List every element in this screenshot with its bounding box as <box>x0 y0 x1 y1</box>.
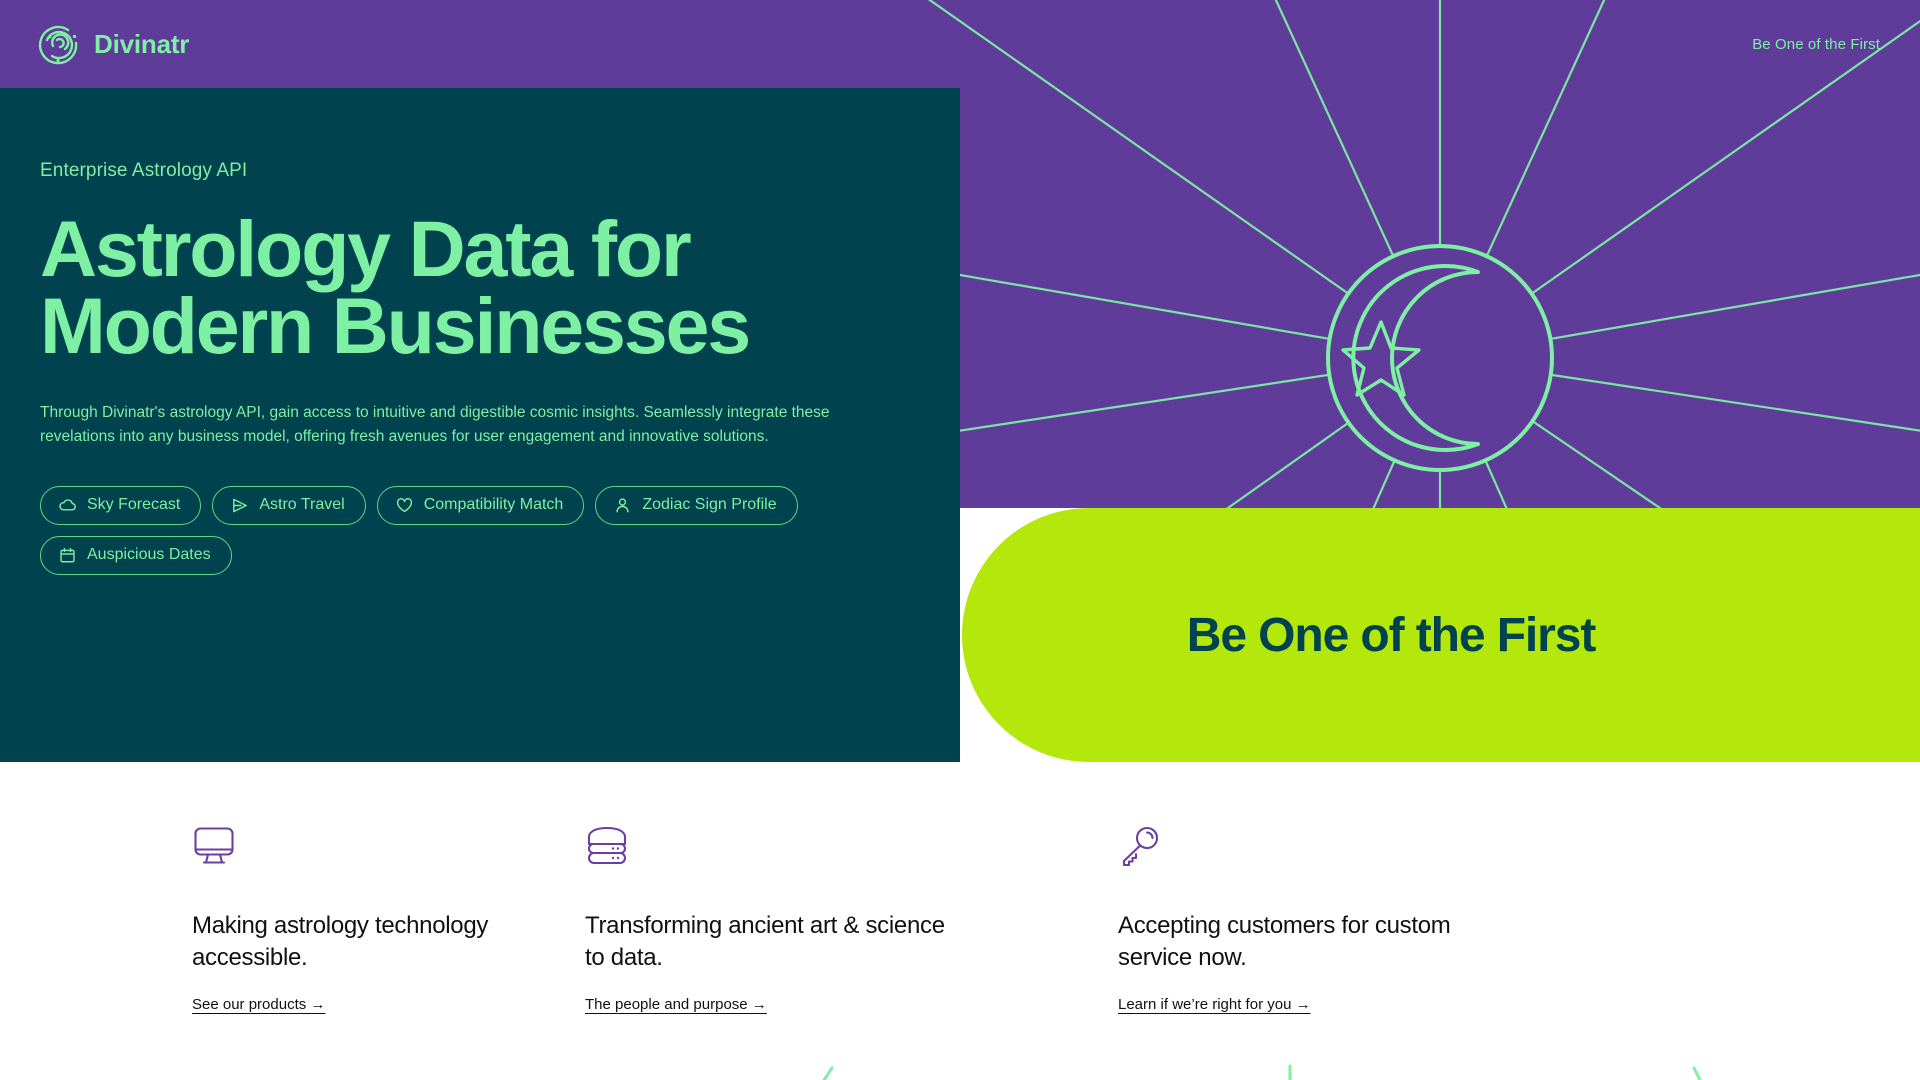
feature-icon-wrapper <box>192 824 533 876</box>
nav-links: Be One of the First <box>1752 36 1880 53</box>
feature-link-learn-if-right-for-you[interactable]: Learn if we’re right for you → <box>1118 996 1311 1013</box>
pill-astro-travel[interactable]: Astro Travel <box>212 485 366 525</box>
hero-headline: Astrology Data for Modern Businesses <box>40 209 920 365</box>
hero-subcopy: Through Divinatr's astrology API, gain a… <box>40 403 830 446</box>
pill-label: Astro Travel <box>259 496 345 514</box>
nav-link-be-one-of-the-first[interactable]: Be One of the First <box>1752 36 1880 53</box>
heart-icon <box>396 497 412 512</box>
pill-auspicious-dates[interactable]: Auspicious Dates <box>40 535 232 575</box>
hero-feature-pills: Sky Forecast Astro Travel Compatibility … <box>40 485 830 575</box>
brand-name: Divinatr <box>94 28 190 59</box>
key-icon <box>1122 826 1159 867</box>
feature-title: Accepting customers for custom service n… <box>1118 912 1451 971</box>
hero-eyebrow: Enterprise Astrology API <box>40 160 248 181</box>
cloud-icon <box>59 499 76 511</box>
feature-icon-wrapper <box>1118 824 1599 876</box>
pill-sky-forecast[interactable]: Sky Forecast <box>40 485 202 525</box>
pill-label: Compatibility Match <box>423 496 564 514</box>
monitor-icon <box>194 827 234 864</box>
pill-label: Sky Forecast <box>87 496 181 514</box>
pill-zodiac-sign-profile[interactable]: Zodiac Sign Profile <box>595 485 798 525</box>
send-icon <box>233 498 248 513</box>
features-section: Making astrology technology accessible. … <box>0 762 1920 1080</box>
pill-compatibility-match[interactable]: Compatibility Match <box>376 485 585 525</box>
cta-banner[interactable]: Be One of the First <box>962 508 1920 762</box>
brand-logo[interactable]: Divinatr <box>38 23 189 65</box>
hero-headline-line-2: Modern Businesses <box>40 281 751 371</box>
calendar-icon <box>60 547 75 563</box>
hero-panel: Enterprise Astrology API Astrology Data … <box>0 88 960 762</box>
person-icon <box>616 498 629 513</box>
feature-link-see-our-products[interactable]: See our products → <box>192 996 325 1013</box>
feature-link-the-people-and-purpose[interactable]: The people and purpose → <box>585 996 767 1013</box>
landing-page: Divinatr Be One of the First Enterprise … <box>0 0 1920 1080</box>
feature-icon-wrapper <box>585 824 1066 876</box>
server-icon <box>587 826 627 865</box>
feature-title: Transforming ancient art & science to da… <box>585 912 945 971</box>
hero-headline-line-1: Astrology Data for <box>40 204 692 293</box>
spiral-logo-icon <box>38 25 78 65</box>
pill-label: Auspicious Dates <box>87 546 211 564</box>
top-navigation-bar: Divinatr Be One of the First <box>0 0 1920 88</box>
pill-label: Zodiac Sign Profile <box>642 496 777 514</box>
cta-label: Be One of the First <box>1186 608 1597 662</box>
feature-title: Making astrology technology accessible. <box>192 912 489 971</box>
decorative-sparkle-marks <box>822 1064 1702 1080</box>
